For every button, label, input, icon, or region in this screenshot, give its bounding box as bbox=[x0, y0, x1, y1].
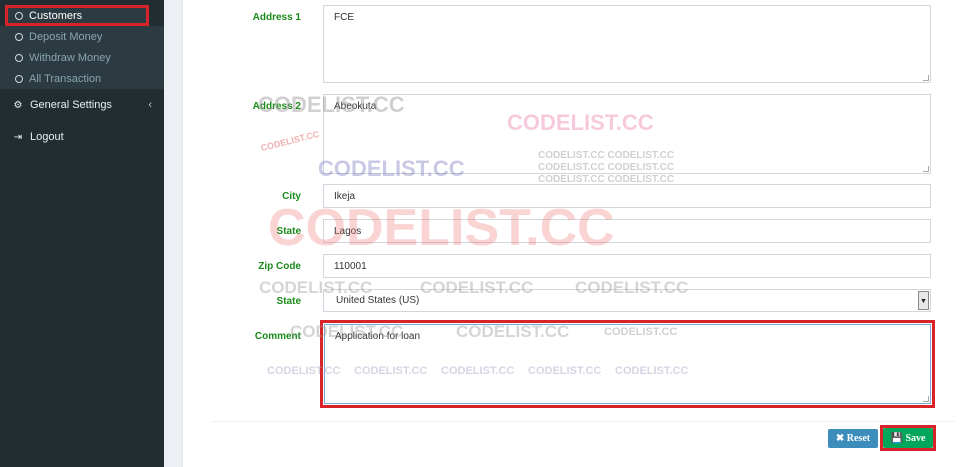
sign-out-icon: ⇥ bbox=[13, 131, 23, 143]
address2-value: Abeokuta bbox=[334, 101, 377, 112]
state-label: State bbox=[276, 226, 301, 237]
circle-icon bbox=[15, 32, 23, 41]
state-input[interactable]: Lagos bbox=[323, 219, 931, 243]
city-input[interactable]: Ikeja bbox=[323, 184, 931, 208]
zip-code-label: Zip Code bbox=[258, 261, 301, 272]
sidebar-item-label: Logout bbox=[30, 131, 64, 143]
comment-value: Application for loan bbox=[335, 331, 421, 342]
country-select-value: United States (US) bbox=[336, 295, 420, 306]
country-select[interactable]: United States (US) ▼ bbox=[323, 289, 931, 312]
form-footer-divider bbox=[211, 421, 955, 422]
resize-handle-icon[interactable] bbox=[923, 396, 929, 402]
customer-form-box: Address 1 FCE Address 2 Abeokuta City Ik… bbox=[182, 0, 963, 467]
sidebar-item-withdraw-money[interactable]: Withdraw Money bbox=[0, 47, 164, 68]
sidebar-item-label: Deposit Money bbox=[29, 30, 103, 43]
address1-textarea[interactable]: FCE bbox=[323, 5, 931, 83]
circle-icon bbox=[15, 11, 23, 20]
sidebar-item-customers[interactable]: Customers bbox=[5, 5, 149, 26]
resize-handle-icon[interactable] bbox=[923, 166, 929, 172]
address2-label: Address 2 bbox=[252, 101, 301, 112]
address1-label: Address 1 bbox=[252, 12, 301, 23]
sidebar-item-label: Withdraw Money bbox=[29, 51, 111, 64]
zip-code-input[interactable]: 110001 bbox=[323, 254, 931, 278]
resize-handle-icon[interactable] bbox=[923, 75, 929, 81]
address2-textarea[interactable]: Abeokuta bbox=[323, 94, 931, 174]
sidebar-item-label: Customers bbox=[29, 9, 83, 22]
city-label: City bbox=[282, 191, 301, 202]
state-value: Lagos bbox=[334, 226, 362, 237]
sidebar-item-logout[interactable]: ⇥ Logout bbox=[0, 126, 164, 148]
gear-icon: ⚙ bbox=[13, 99, 23, 111]
circle-icon bbox=[15, 53, 23, 62]
sidebar-item-all-transaction[interactable]: All Transaction bbox=[0, 68, 164, 89]
dropdown-arrow-icon[interactable]: ▼ bbox=[918, 291, 929, 310]
comment-textarea[interactable]: Application for loan bbox=[324, 324, 931, 404]
save-button[interactable]: 💾 Save bbox=[883, 428, 933, 448]
address1-value: FCE bbox=[334, 12, 354, 23]
sidebar: Customers Deposit Money Withdraw Money A… bbox=[0, 0, 164, 467]
sidebar-item-deposit-money[interactable]: Deposit Money bbox=[0, 26, 164, 47]
comment-label: Comment bbox=[254, 331, 301, 342]
content-area: Address 1 FCE Address 2 Abeokuta City Ik… bbox=[164, 0, 963, 467]
chevron-left-icon: ‹ bbox=[148, 99, 152, 111]
sidebar-item-label: General Settings bbox=[30, 99, 112, 111]
zip-code-value: 110001 bbox=[334, 261, 367, 272]
city-value: Ikeja bbox=[334, 191, 356, 202]
circle-icon bbox=[15, 74, 23, 83]
reset-button[interactable]: ✖ Reset bbox=[828, 429, 878, 448]
sidebar-item-general-settings[interactable]: ⚙ General Settings ‹ bbox=[0, 94, 164, 116]
sidebar-item-label: All Transaction bbox=[29, 72, 102, 85]
country-state-label: State bbox=[276, 296, 301, 307]
